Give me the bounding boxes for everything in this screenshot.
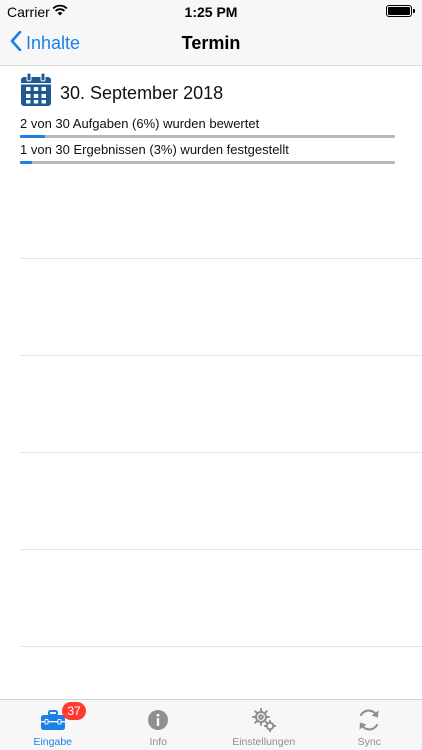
tab-info[interactable]: Info	[106, 700, 212, 750]
appointment-date: 30. September 2018	[60, 82, 224, 103]
clock: 1:25 PM	[184, 4, 238, 20]
row-divider	[20, 355, 422, 356]
page-title: Termin	[181, 33, 241, 53]
tab-label: Eingabe	[33, 736, 73, 748]
row-divider	[20, 258, 422, 259]
status-bar: Carrier 1:25 PM	[0, 0, 422, 22]
appointment-content: 30. September 2018 2 von 30 Aufgaben (6%…	[0, 67, 422, 699]
info-icon	[144, 706, 172, 734]
tab-bar: 37 Eingabe Info Einstellungen Sync	[0, 699, 422, 750]
battery-icon	[386, 5, 415, 17]
appointment-header: 30. September 2018	[20, 72, 224, 107]
tab-label: Sync	[357, 736, 381, 748]
stat-label: 1 von 30 Ergebnissen (3%) wurden festges…	[20, 142, 289, 157]
tab-eingabe[interactable]: 37 Eingabe	[0, 700, 106, 750]
row-divider	[20, 452, 422, 453]
row-divider	[20, 549, 422, 550]
progress-bar	[20, 161, 33, 164]
notification-badge: 37	[62, 702, 86, 720]
stat-results-found: 1 von 30 Ergebnissen (3%) wurden festges…	[20, 142, 395, 164]
stat-label: 2 von 30 Aufgaben (6%) wurden bewertet	[20, 116, 260, 131]
sync-icon	[355, 706, 383, 734]
calendar-icon	[20, 72, 52, 107]
progress-track	[20, 161, 395, 164]
tab-label: Info	[149, 736, 167, 748]
progress-bar	[20, 135, 45, 138]
tab-label: Einstellungen	[232, 736, 296, 748]
tab-sync[interactable]: Sync	[317, 700, 422, 750]
gears-icon	[250, 706, 278, 734]
progress-track	[20, 135, 395, 138]
navigation-bar: Inhalte Termin	[0, 22, 422, 66]
tab-einstellungen[interactable]: Einstellungen	[211, 700, 317, 750]
row-divider	[20, 646, 422, 647]
stat-tasks-rated: 2 von 30 Aufgaben (6%) wurden bewertet	[20, 116, 395, 138]
